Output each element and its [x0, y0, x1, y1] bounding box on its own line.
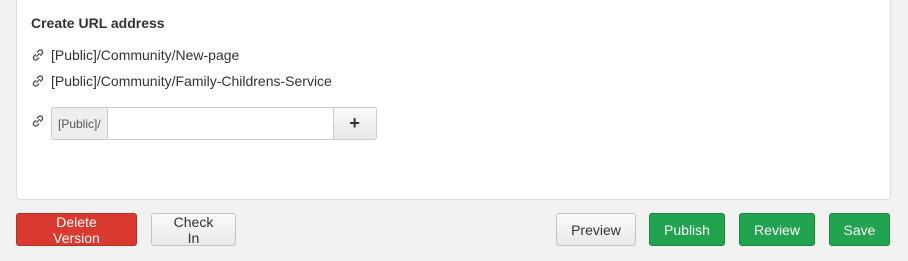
url-prefix: [Public]/ — [51, 107, 107, 140]
url-item[interactable]: [Public]/Community/Family-Childrens-Serv… — [31, 73, 332, 89]
url-item-label[interactable]: [Public]/Community/Family-Childrens-Serv… — [51, 73, 332, 89]
save-button[interactable]: Save — [829, 213, 890, 246]
url-item[interactable]: [Public]/Community/New-page — [31, 47, 239, 63]
check-in-button[interactable]: Check In — [151, 213, 236, 246]
delete-version-button[interactable]: Delete Version — [16, 213, 137, 246]
section-title: Create URL address — [31, 15, 165, 31]
link-icon — [31, 114, 45, 128]
publish-button[interactable]: Publish — [649, 213, 725, 246]
create-url-row: [Public]/ + — [31, 107, 377, 140]
url-input-group: [Public]/ + — [51, 107, 377, 140]
review-button[interactable]: Review — [739, 213, 815, 246]
link-icon — [31, 48, 45, 62]
preview-button[interactable]: Preview — [556, 213, 636, 246]
link-icon — [31, 74, 45, 88]
add-url-button[interactable]: + — [333, 107, 377, 140]
url-item-label[interactable]: [Public]/Community/New-page — [51, 47, 239, 63]
url-input[interactable] — [106, 107, 334, 140]
